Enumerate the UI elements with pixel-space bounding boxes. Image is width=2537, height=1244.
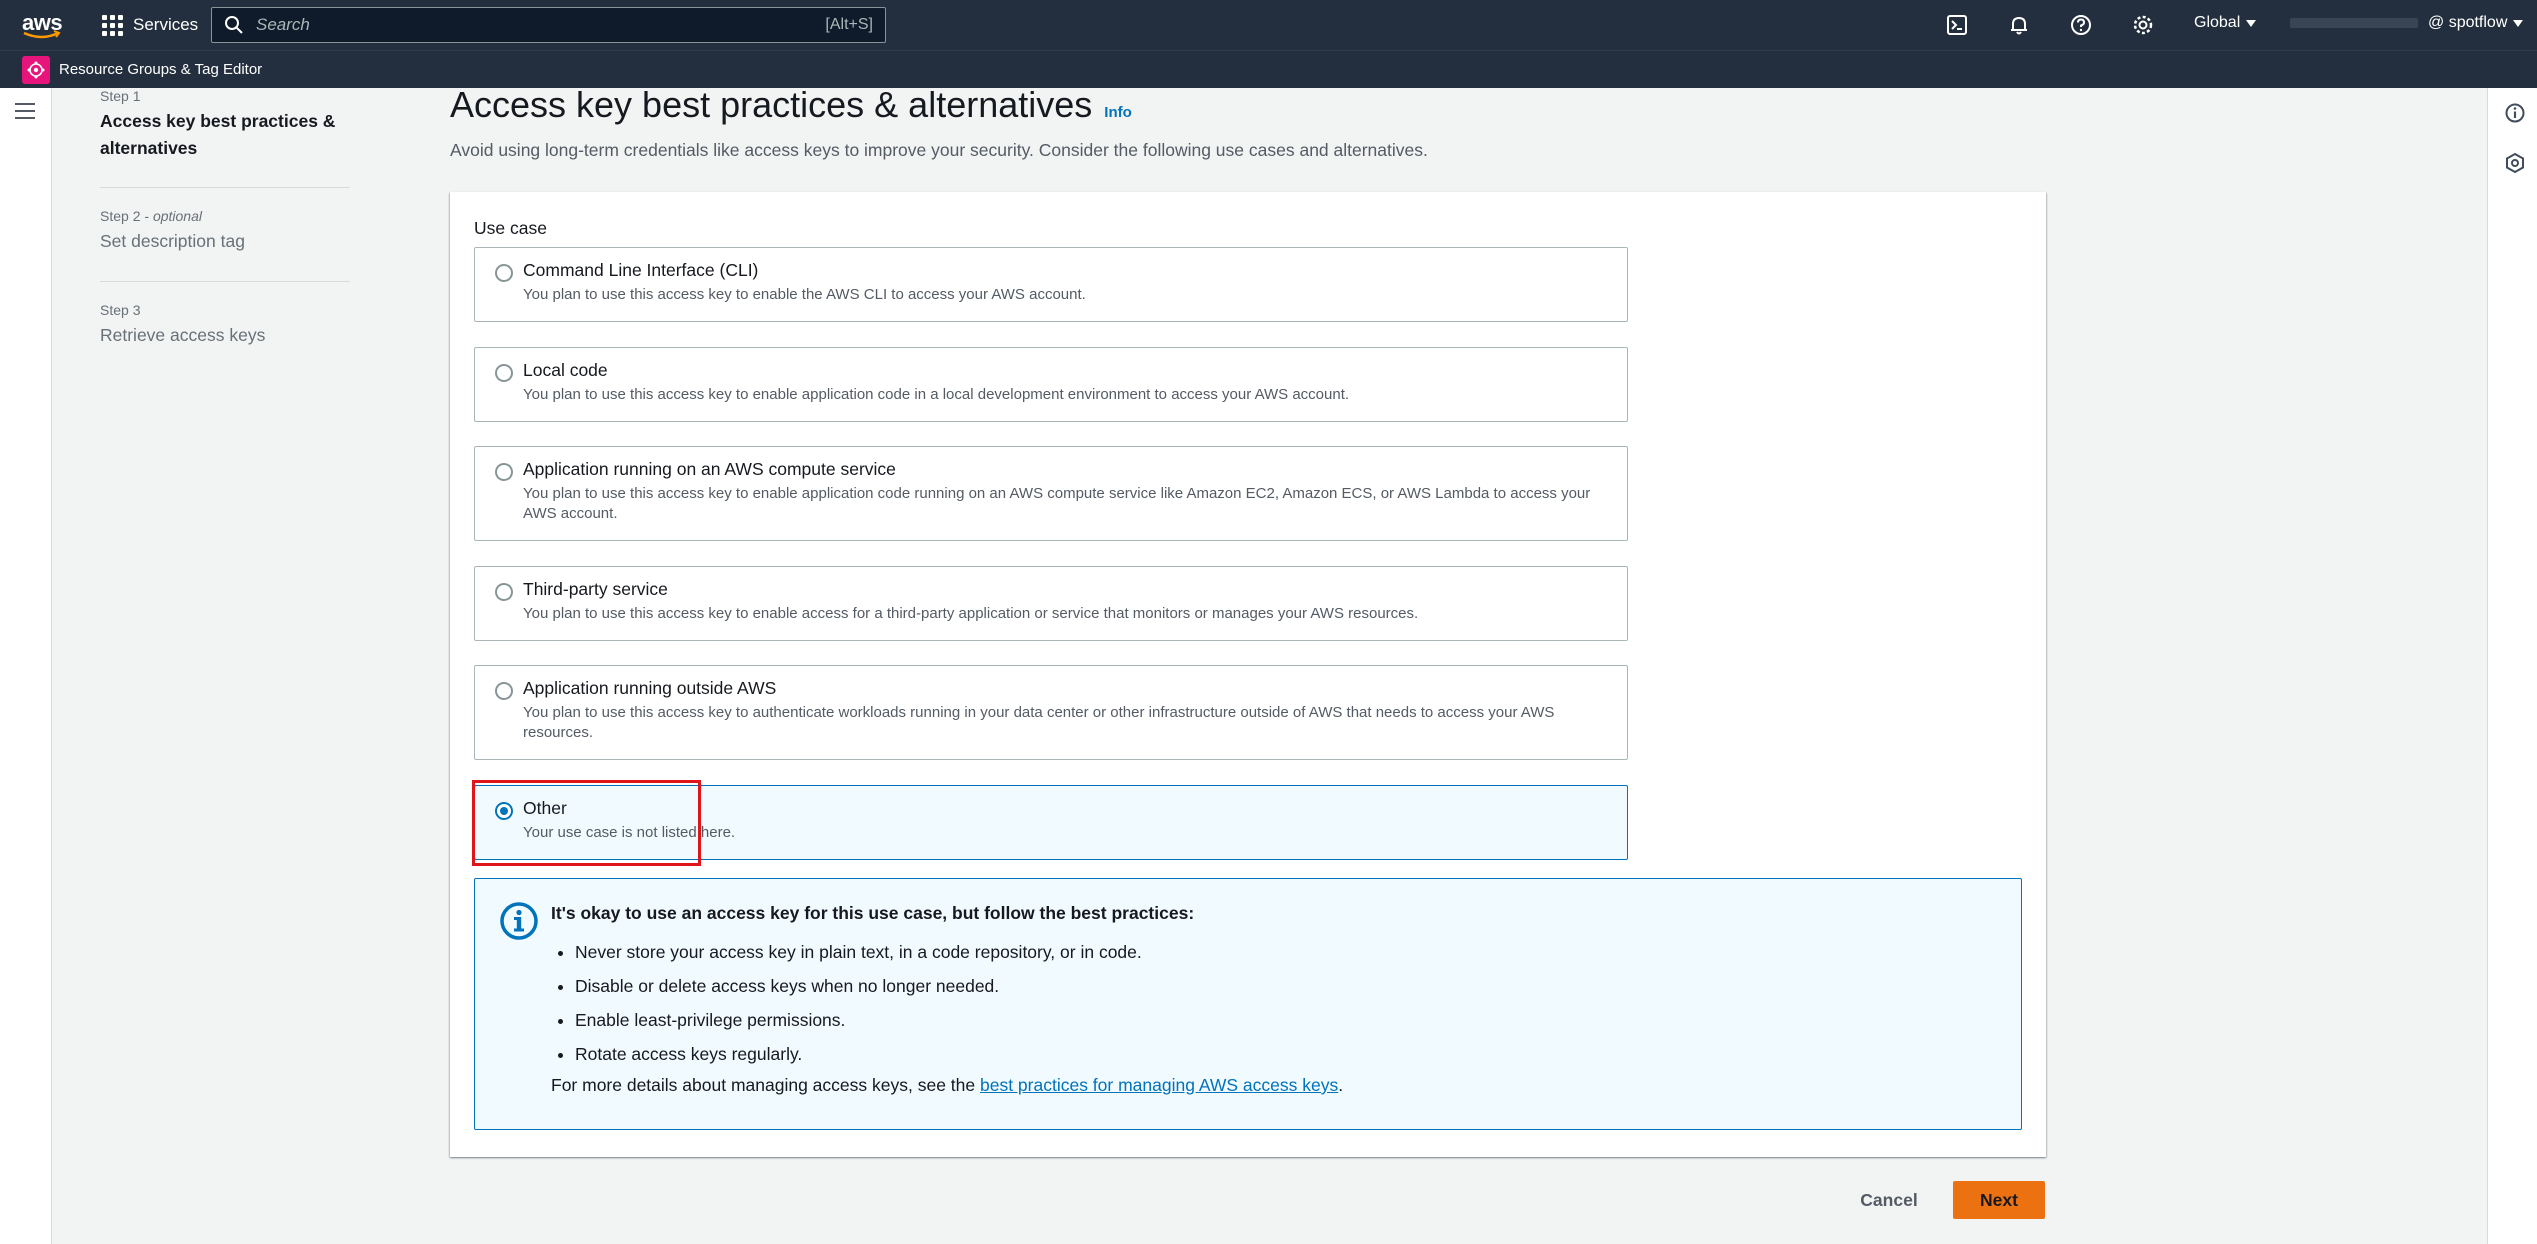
top-navigation: aws Services [Alt+S] <box>0 0 2537 50</box>
account-menu[interactable]: @ spotflow <box>2290 14 2524 32</box>
notifications-bell-icon[interactable] <box>2006 12 2032 38</box>
cloudshell-icon[interactable] <box>1944 12 1970 38</box>
region-selector[interactable]: Global <box>2194 14 2257 32</box>
option-description: You plan to use this access key to enabl… <box>523 386 1350 403</box>
search-shortcut-hint: [Alt+S] <box>825 16 873 33</box>
services-menu-button[interactable]: Services <box>102 12 198 38</box>
alert-title: It's okay to use an access key for this … <box>551 903 1195 923</box>
radio-button[interactable] <box>495 364 513 382</box>
use-case-option-local-code[interactable]: Local code You plan to use this access k… <box>474 347 1628 422</box>
caret-down-icon <box>2513 19 2524 27</box>
use-case-option-cli[interactable]: Command Line Interface (CLI) You plan to… <box>474 247 1628 322</box>
option-description: You plan to use this access key to enabl… <box>523 485 1591 522</box>
next-button[interactable]: Next <box>1953 1181 2045 1219</box>
search-icon <box>225 16 243 34</box>
settings-gear-icon[interactable] <box>2130 12 2156 38</box>
wizard-step-2: Step 2 - optional Set description tag <box>100 188 350 282</box>
alert-footer: For more details about managing access k… <box>551 1075 1344 1095</box>
use-case-option-other[interactable]: Other Your use case is not listed here. <box>474 785 1628 860</box>
option-title: Third-party service <box>523 579 668 599</box>
list-item: Never store your access key in plain tex… <box>575 935 1142 969</box>
step-number: Step 1 <box>100 88 141 104</box>
use-case-option-outside-aws[interactable]: Application running outside AWS You plan… <box>474 665 1628 760</box>
info-link[interactable]: Info <box>1104 104 1132 121</box>
radio-button[interactable] <box>495 682 513 700</box>
best-practices-link[interactable]: best practices for managing AWS access k… <box>980 1075 1338 1095</box>
step-title: Set description tag <box>100 231 245 251</box>
service-bar: Resource Groups & Tag Editor <box>0 50 2537 88</box>
step-number: Step 2 - optional <box>100 208 202 224</box>
cancel-button[interactable]: Cancel <box>1842 1181 1936 1219</box>
wizard-steps: Step 1 Access key best practices & alter… <box>100 88 350 349</box>
page-description: Avoid using long-term credentials like a… <box>450 140 1428 160</box>
option-title: Command Line Interface (CLI) <box>523 260 759 280</box>
service-name-link[interactable]: Resource Groups & Tag Editor <box>59 61 262 78</box>
page-title-text: Access key best practices & alternatives <box>450 84 1093 125</box>
global-search[interactable]: [Alt+S] <box>211 7 886 43</box>
radio-button[interactable] <box>495 463 513 481</box>
services-label: Services <box>133 15 199 34</box>
aws-smile-icon <box>23 30 61 39</box>
radio-button[interactable] <box>495 583 513 601</box>
security-hexagon-icon[interactable] <box>2504 152 2526 174</box>
option-title: Local code <box>523 360 608 380</box>
option-title: Application running on an AWS compute se… <box>523 459 896 479</box>
info-circle-icon <box>500 902 538 940</box>
list-item: Rotate access keys regularly. <box>575 1037 1142 1071</box>
step-title: Retrieve access keys <box>100 325 266 345</box>
menu-hamburger-icon[interactable] <box>15 103 35 119</box>
option-description: You plan to use this access key to enabl… <box>523 605 1419 622</box>
use-case-option-aws-compute[interactable]: Application running on an AWS compute se… <box>474 446 1628 541</box>
list-item: Disable or delete access keys when no lo… <box>575 969 1142 1003</box>
best-practices-alert: It's okay to use an access key for this … <box>474 878 2022 1130</box>
option-description: Your use case is not listed here. <box>523 824 736 841</box>
step-title-current: Access key best practices & alternatives <box>100 111 336 158</box>
left-side-rail <box>0 88 52 1244</box>
list-item: Enable least-privilege permissions. <box>575 1003 1142 1037</box>
wizard-step-3: Step 3 Retrieve access keys <box>100 282 350 349</box>
account-label: @ spotflow <box>2428 14 2508 31</box>
info-panel-icon[interactable] <box>2504 102 2526 124</box>
radio-button-selected[interactable] <box>495 802 513 820</box>
option-description: You plan to use this access key to authe… <box>523 704 1555 741</box>
region-label: Global <box>2194 14 2241 31</box>
redacted-account-name <box>2290 18 2418 28</box>
right-side-rail <box>2487 88 2537 1244</box>
help-icon[interactable] <box>2068 12 2094 38</box>
option-title: Other <box>523 798 567 818</box>
step-number: Step 3 <box>100 302 141 318</box>
wizard-step-1: Step 1 Access key best practices & alter… <box>100 88 350 188</box>
radio-button[interactable] <box>495 264 513 282</box>
use-case-option-third-party[interactable]: Third-party service You plan to use this… <box>474 566 1628 641</box>
aws-logo[interactable]: aws <box>22 10 64 40</box>
caret-down-icon <box>2246 19 2257 27</box>
resource-groups-service-icon[interactable] <box>22 56 50 84</box>
search-input[interactable] <box>244 15 826 35</box>
use-case-label: Use case <box>474 218 547 238</box>
page-title: Access key best practices & alternatives… <box>450 84 1132 126</box>
services-grid-icon <box>102 14 123 36</box>
option-description: You plan to use this access key to enabl… <box>523 286 1086 303</box>
option-title: Application running outside AWS <box>523 678 777 698</box>
best-practices-list: Never store your access key in plain tex… <box>575 935 1142 1071</box>
use-case-container: Use case Command Line Interface (CLI) Yo… <box>450 192 2046 1157</box>
step-optional-label: optional <box>152 208 202 224</box>
